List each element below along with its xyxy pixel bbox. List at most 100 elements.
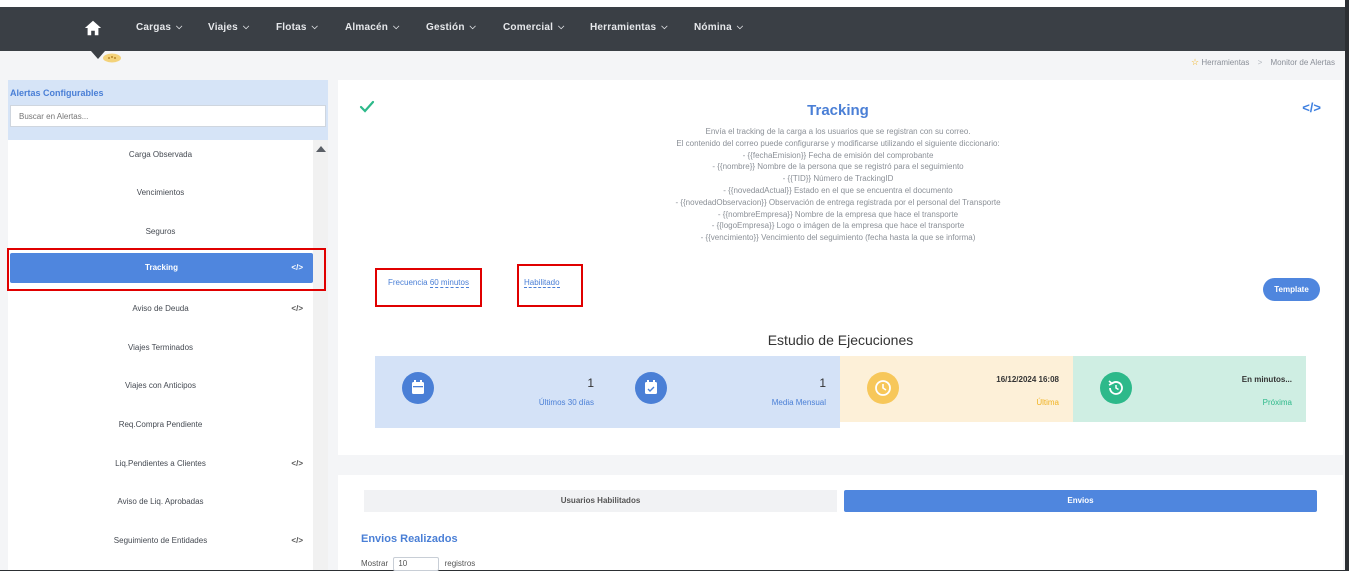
sidebar-scrollbar[interactable]: [313, 140, 328, 570]
description-line: - {{nombre}} Nombre de la persona que se…: [712, 162, 964, 172]
envios-panel: Usuarios Habilitados Envios Envios Reali…: [338, 475, 1343, 571]
sidebar-item-req-compra[interactable]: Req.Compra Pendiente: [8, 410, 313, 440]
top-strip: [0, 0, 1349, 7]
search-input[interactable]: [10, 105, 326, 127]
nav-label: Gestión: [426, 22, 465, 33]
home-icon[interactable]: [84, 19, 102, 37]
nav-label: Cargas: [136, 22, 172, 33]
chevron-down-icon: ⌵: [558, 22, 565, 31]
code-icon: </>: [291, 536, 303, 545]
breadcrumb-parent[interactable]: Herramientas: [1201, 58, 1249, 67]
navbar: Cargas ⌵ Viajes ⌵ Flotas ⌵ Almacén ⌵ Gestión…: [0, 7, 1345, 51]
chevron-down-icon: ⌵: [393, 22, 400, 31]
nav-label: Almacén: [345, 22, 389, 33]
description-line: - {{logoEmpresa}} Logo o imágen de la em…: [711, 221, 965, 231]
alert-description: Envía el tracking de la carga a los usua…: [338, 126, 1338, 244]
chevron-down-icon: ⌵: [469, 22, 476, 31]
alert-detail-panel: Tracking </> Envía el tracking de la car…: [338, 80, 1343, 455]
description-line: - {{novedadObservacion}} Observación de …: [675, 197, 1001, 207]
stat-label: Media Mensual: [771, 398, 826, 407]
page-size-suffix: registros: [444, 559, 476, 569]
sidebar-list: Carga Observada Vencimientos Seguros Tra…: [8, 140, 313, 570]
sidebar-item-aviso-liq[interactable]: Aviso de Liq. Aprobadas: [8, 487, 313, 517]
nav-label: Viajes: [208, 22, 238, 33]
description-line: - {{nombreEmpresa}} Nombre de la empresa…: [717, 209, 959, 219]
sidebar-item-label: Aviso de Deuda: [132, 304, 189, 313]
sidebar-item-viajes-anticipos[interactable]: Viajes con Anticipos: [8, 371, 313, 401]
description-line: - {{fechaEmision}} Fecha de emisión del …: [742, 150, 934, 160]
stat-card-last: 16/12/2024 16:08 Última: [840, 356, 1073, 422]
chevron-down-icon: ⌵: [736, 22, 744, 31]
sidebar-item-seguros[interactable]: Seguros: [8, 217, 313, 247]
description-line: - {{vencimiento}} Vencimiento del seguim…: [700, 233, 976, 243]
stat-label: Últimos 30 días: [538, 398, 594, 407]
app-frame: Cargas ⌵ Viajes ⌵ Flotas ⌵ Almacén ⌵ Gestión…: [0, 0, 1349, 571]
nav-viajes[interactable]: Viajes ⌵: [208, 22, 249, 33]
sidebar-item-viajes-terminados[interactable]: Viajes Terminados: [8, 333, 313, 363]
sidebar-item-label: Liq.Pendientes a Clientes: [115, 459, 206, 468]
code-icon[interactable]: </>: [1302, 100, 1321, 115]
stat-label: Última: [1036, 398, 1059, 407]
description-line: - {{TID}} Número de TrackingID: [782, 174, 894, 184]
sidebar-item-seguimiento[interactable]: Seguimiento de Entidades </>: [8, 526, 313, 556]
chevron-down-icon: ⌵: [311, 22, 318, 31]
nav-label: Flotas: [276, 22, 307, 33]
sidebar-header: Alertas Configurables: [8, 80, 328, 140]
tab-usuarios-habilitados[interactable]: Usuarios Habilitados: [364, 490, 837, 512]
code-icon: </>: [291, 459, 303, 468]
sidebar-item-vencimientos[interactable]: Vencimientos: [8, 178, 313, 208]
sidebar-item-label: Req.Compra Pendiente: [118, 420, 203, 429]
sidebar-title: Alertas Configurables: [10, 88, 104, 98]
scroll-up-icon[interactable]: [316, 146, 326, 152]
nav-cargas[interactable]: Cargas ⌵: [136, 22, 182, 33]
sidebar-item-aviso-deuda[interactable]: Aviso de Deuda </>: [8, 294, 313, 324]
template-button[interactable]: Template: [1263, 278, 1320, 301]
highlight-box: [375, 268, 482, 307]
window-edge: [1345, 0, 1349, 570]
page-size-row: Mostrar 10 registros: [361, 557, 475, 571]
nav-nomina[interactable]: Nómina ⌵: [694, 22, 743, 33]
stat-value: 1: [819, 376, 826, 390]
nav-flotas[interactable]: Flotas ⌵: [276, 22, 318, 33]
sidebar-item-label: Viajes Terminados: [127, 343, 194, 352]
sidebar-item-label: Carga Observada: [128, 150, 193, 159]
sidebar-item-label: Seguimiento de Entidades: [113, 536, 208, 545]
stat-card-next: En minutos... Próxima: [1073, 356, 1306, 422]
sidebar-item-label: Aviso de Liq. Aprobadas: [117, 497, 204, 506]
sidebar-item-carga-observada[interactable]: Carga Observada: [8, 140, 313, 170]
tab-envios[interactable]: Envios: [844, 490, 1317, 512]
sidebar: Alertas Configurables Carga Observada Ve…: [8, 80, 328, 570]
page-title: Tracking: [807, 102, 869, 119]
study-title: Estudio de Ejecuciones: [767, 332, 914, 348]
breadcrumb-separator: >: [1257, 58, 1263, 67]
stat-card-monthly: 1 Media Mensual: [608, 356, 840, 428]
nav-herramientas[interactable]: Herramientas ⌵: [590, 22, 668, 33]
section-title: Envios Realizados: [361, 533, 458, 545]
description-line: Envía el tracking de la carga a los usua…: [705, 127, 971, 136]
description-line: El contenido del correo puede configurar…: [676, 138, 1000, 148]
page-size-prefix: Mostrar: [361, 559, 389, 569]
page-size-select[interactable]: 10: [393, 557, 440, 571]
code-icon: </>: [291, 304, 303, 313]
nav-almacen[interactable]: Almacén ⌵: [345, 22, 399, 33]
stat-value: En minutos...: [1241, 375, 1292, 384]
breadcrumb: ☆ Herramientas > Monitor de Alertas: [1191, 57, 1335, 68]
nav-gestion[interactable]: Gestión ⌵: [426, 22, 476, 33]
history-icon: [1100, 372, 1132, 404]
star-icon: ☆: [1191, 57, 1200, 67]
chevron-down-icon: ⌵: [661, 22, 668, 31]
sidebar-item-label: Seguros: [145, 227, 176, 236]
calendar-icon: [402, 372, 434, 404]
nav-label: Herramientas: [590, 22, 657, 33]
nav-comercial[interactable]: Comercial ⌵: [503, 22, 564, 33]
stat-label: Próxima: [1262, 398, 1292, 407]
stat-value: 16/12/2024 16:08: [996, 375, 1059, 384]
description-line: - {{novedadActual}} Estado en el que se …: [723, 185, 953, 195]
sidebar-item-label: Viajes con Anticipos: [124, 381, 196, 390]
chevron-down-icon: ⌵: [242, 22, 250, 31]
calendar-check-icon: [635, 372, 667, 404]
sidebar-item-label: Vencimientos: [136, 188, 185, 197]
clock-icon: [867, 372, 899, 404]
sidebar-item-liq-pendientes[interactable]: Liq.Pendientes a Clientes </>: [8, 449, 313, 479]
stat-value: 1: [587, 376, 594, 390]
